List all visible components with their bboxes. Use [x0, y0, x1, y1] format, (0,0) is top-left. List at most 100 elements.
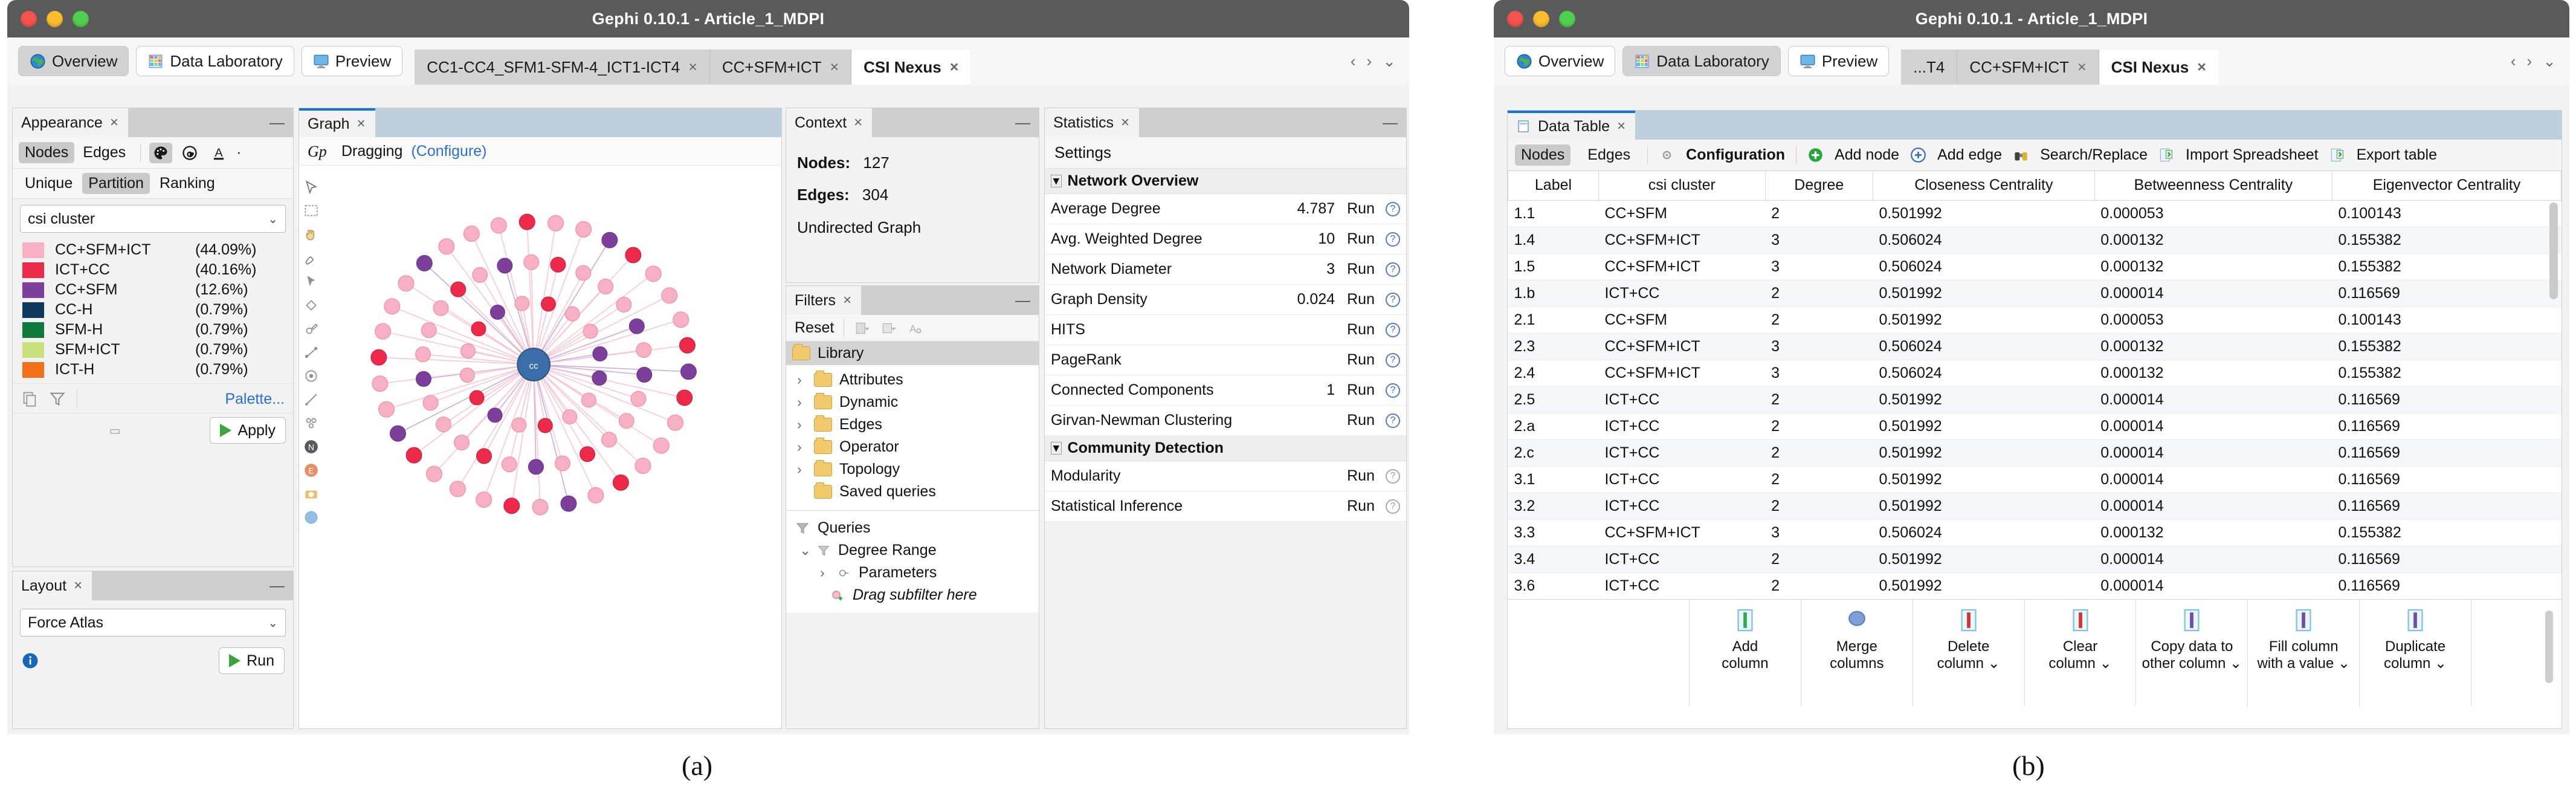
table-cell[interactable]: 0.000014 — [2094, 546, 2332, 572]
graph-node[interactable] — [592, 371, 607, 385]
graph-node[interactable] — [532, 499, 548, 515]
table-cell[interactable]: 2.1 — [1508, 306, 1599, 333]
table-cell[interactable]: 0.506024 — [1873, 360, 2094, 386]
graph-node[interactable] — [668, 415, 683, 430]
graph-node[interactable] — [515, 296, 529, 311]
legend-item[interactable]: CC+SFM+ICT (44.09%) — [22, 240, 286, 260]
table-cell[interactable]: 0.501992 — [1873, 466, 2094, 493]
filters-tab[interactable]: Filters × — [786, 286, 861, 315]
help-icon[interactable]: ? — [1386, 293, 1400, 307]
graph-node[interactable] — [502, 457, 517, 472]
table-row[interactable]: 3.3CC+SFM+ICT30.5060240.0001320.155382 — [1508, 519, 2561, 546]
table-cell[interactable]: 0.116569 — [2332, 439, 2561, 466]
table-row[interactable]: 2.cICT+CC20.5019920.0000140.116569 — [1508, 439, 2561, 466]
appearance-mode-ranking[interactable]: Ranking — [153, 173, 221, 194]
fill-column-with-value-button[interactable]: Fill columnwith a value ⌄ — [2247, 600, 2359, 707]
table-cell[interactable]: CC+SFM+ICT — [1598, 253, 1765, 280]
minimize-icon[interactable]: — — [1015, 297, 1030, 303]
close-icon[interactable]: × — [1121, 114, 1129, 131]
info-icon[interactable] — [21, 652, 39, 670]
library-item[interactable]: ›Edges — [797, 413, 1033, 436]
table-cell[interactable]: 0.116569 — [2332, 280, 2561, 306]
tab-prev-icon[interactable]: ‹ — [1351, 52, 1356, 71]
library-item[interactable]: ›Topology — [797, 458, 1033, 481]
appearance-tool-size[interactable] — [178, 143, 201, 163]
graph-node[interactable] — [471, 322, 486, 336]
table-cell[interactable]: 0.116569 — [2332, 466, 2561, 493]
graph-node[interactable] — [454, 435, 470, 450]
graph-node[interactable] — [470, 391, 484, 405]
table-row[interactable]: 2.4CC+SFM+ICT30.5060240.0001320.155382 — [1508, 360, 2561, 386]
legend-item[interactable]: SFM-H (0.79%) — [22, 320, 286, 340]
minimize-icon[interactable]: — — [1015, 120, 1030, 126]
mode-button-preview[interactable]: Preview — [1788, 46, 1889, 76]
column-header-csi-cluster[interactable]: csi cluster — [1598, 171, 1765, 200]
graph-node[interactable] — [390, 426, 406, 441]
configuration-button[interactable]: Configuration — [1686, 146, 1785, 164]
table-cell[interactable]: 2 — [1765, 280, 1873, 306]
graph-node[interactable] — [436, 417, 451, 432]
query-parameters[interactable]: › Parameters — [795, 562, 1033, 584]
table-row[interactable]: 2.5ICT+CC20.5019920.0000140.116569 — [1508, 386, 2561, 413]
table-cell[interactable]: 0.501992 — [1873, 200, 2094, 227]
table-cell[interactable]: 0.501992 — [1873, 306, 2094, 333]
copy-icon[interactable] — [21, 391, 38, 407]
table-cell[interactable]: 2.5 — [1508, 386, 1599, 413]
filters-reset-button[interactable]: Reset — [795, 319, 834, 337]
graph-node[interactable] — [451, 282, 466, 297]
help-icon[interactable]: ? — [1386, 499, 1400, 514]
graph-node[interactable] — [636, 343, 651, 358]
legend-item[interactable]: ICT+CC (40.16%) — [22, 260, 286, 280]
statistics-group-header[interactable]: ▾ Network Overview — [1045, 169, 1406, 194]
table-row[interactable]: 3.2ICT+CC20.5019920.0000140.116569 — [1508, 493, 2561, 519]
table-cell[interactable]: 3.6 — [1508, 572, 1599, 599]
graph-node[interactable] — [519, 214, 535, 230]
graph-node[interactable] — [653, 438, 669, 453]
edge-pencil-icon[interactable] — [303, 392, 319, 407]
graph-node[interactable] — [427, 466, 442, 482]
close-icon[interactable]: × — [950, 59, 959, 76]
table-cell[interactable]: 0.501992 — [1873, 493, 2094, 519]
close-icon[interactable]: × — [688, 59, 697, 76]
stat-run-button[interactable]: Run — [1347, 351, 1375, 369]
help-icon[interactable]: ? — [1386, 413, 1400, 428]
graph-node[interactable] — [583, 324, 598, 339]
table-cell[interactable]: 3 — [1765, 519, 1873, 546]
apply-button[interactable]: Apply — [210, 417, 286, 444]
legend-item[interactable]: ICT-H (0.79%) — [22, 360, 286, 380]
table-cell[interactable]: 0.116569 — [2332, 493, 2561, 519]
table-cell[interactable]: 0.116569 — [2332, 546, 2561, 572]
appearance-tab[interactable]: Appearance × — [13, 108, 128, 137]
clear-column-button[interactable]: Clearcolumn ⌄ — [2024, 600, 2136, 707]
table-cell[interactable]: CC+SFM+ICT — [1598, 519, 1765, 546]
table-cell[interactable]: 3.4 — [1508, 546, 1599, 572]
chevron-down-icon[interactable]: ⌄ — [2543, 52, 2556, 71]
graph-node[interactable] — [619, 413, 634, 429]
table-cell[interactable]: 0.155382 — [2332, 519, 2561, 546]
minimize-icon[interactable]: — — [270, 583, 285, 589]
chevron-right-icon[interactable]: › — [820, 565, 830, 581]
graph-node[interactable] — [598, 279, 613, 294]
graph-node[interactable] — [433, 300, 448, 316]
table-row[interactable]: 1.5CC+SFM+ICT30.5060240.0001320.155382 — [1508, 253, 2561, 280]
table-cell[interactable]: 0.000053 — [2094, 306, 2332, 333]
cursor-icon[interactable] — [303, 180, 319, 195]
table-cell[interactable]: 3 — [1765, 227, 1873, 253]
graph-node[interactable] — [439, 239, 454, 254]
table-cell[interactable]: 1.1 — [1508, 200, 1599, 227]
table-cell[interactable]: 2 — [1765, 200, 1873, 227]
table-row[interactable]: 2.3CC+SFM+ICT30.5060240.0001320.155382 — [1508, 333, 2561, 360]
appearance-mode-partition[interactable]: Partition — [82, 173, 150, 194]
table-row[interactable]: 2.1CC+SFM20.5019920.0000530.100143 — [1508, 306, 2561, 333]
graph-node[interactable] — [541, 297, 556, 311]
table-cell[interactable]: 2 — [1765, 546, 1873, 572]
tab-prev-icon[interactable]: ‹ — [2511, 52, 2516, 71]
table-cell[interactable]: 2.c — [1508, 439, 1599, 466]
graph-node[interactable] — [593, 346, 607, 361]
graph-node[interactable] — [613, 475, 628, 490]
table-cell[interactable]: CC+SFM — [1598, 200, 1765, 227]
rectangle-select-icon[interactable] — [303, 203, 319, 219]
table-row[interactable]: 3.1ICT+CC20.5019920.0000140.116569 — [1508, 466, 2561, 493]
table-cell[interactable]: CC+SFM — [1598, 306, 1765, 333]
add-node-button[interactable]: Add node — [1835, 146, 1899, 164]
